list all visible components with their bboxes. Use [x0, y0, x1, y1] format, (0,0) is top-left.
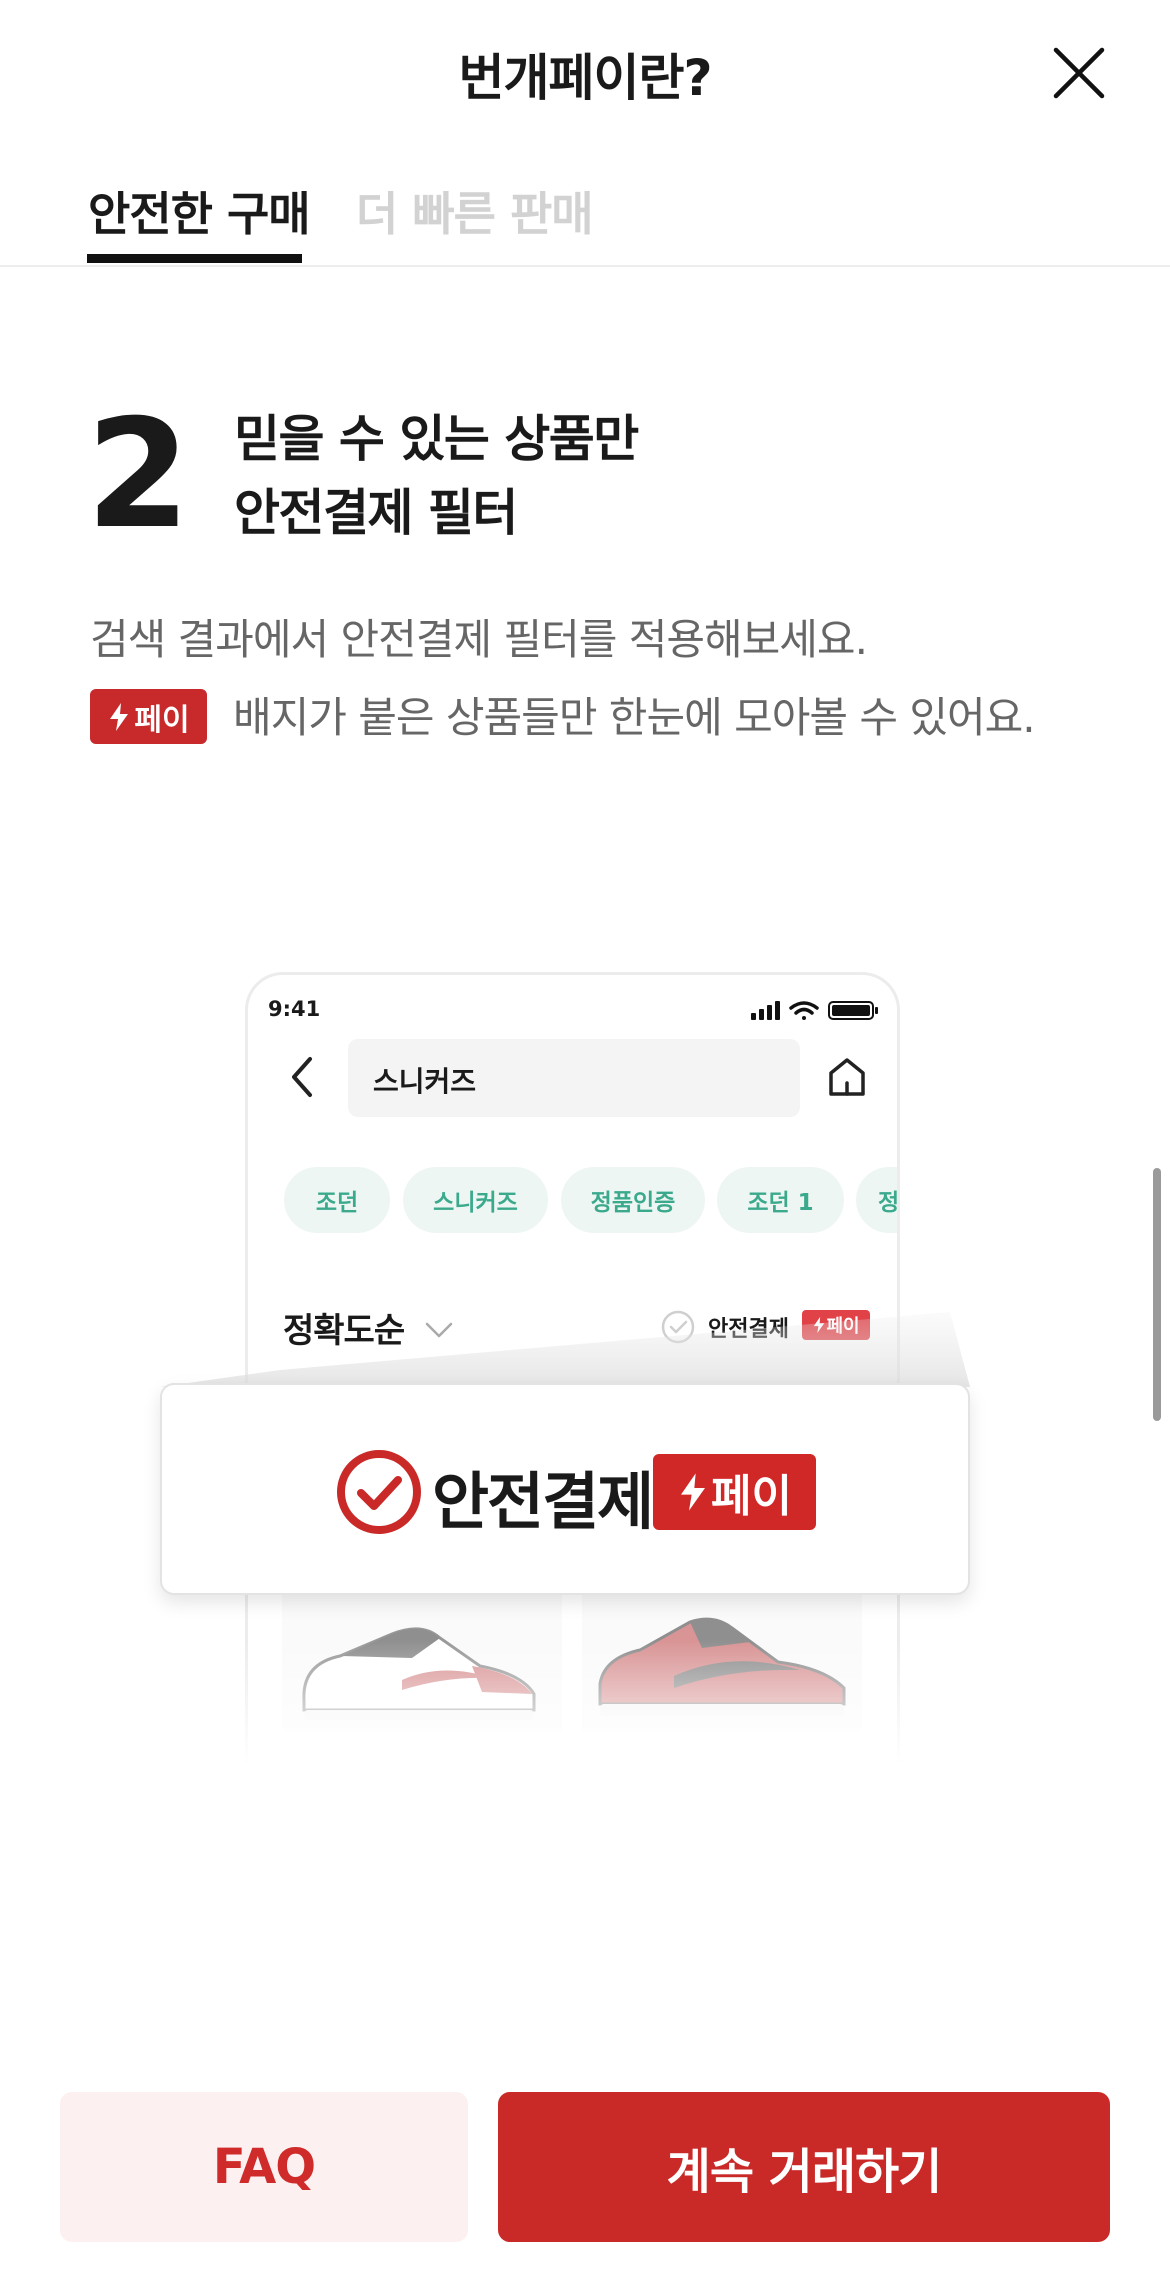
close-icon	[1053, 47, 1105, 99]
pay-badge: 페이	[90, 689, 207, 744]
back-arrow-icon[interactable]	[288, 1055, 318, 1099]
tab-safe-purchase[interactable]: 안전한 구매	[88, 178, 311, 244]
step-title: 믿을 수 있는 상품만 안전결제 필터	[234, 402, 639, 550]
chip-jordan[interactable]: 조던	[284, 1167, 390, 1233]
safe-payment-highlight-card: 안전결제 페이	[160, 1383, 970, 1595]
step-title-line1: 믿을 수 있는 상품만	[234, 410, 639, 468]
battery-icon	[828, 1001, 878, 1020]
highlight-projection	[160, 1312, 970, 1387]
lightning-icon	[110, 702, 129, 731]
illustration-fade	[240, 1640, 910, 1765]
page-title: 번개페이란?	[458, 49, 712, 107]
chip-authenticated[interactable]: 정품인증	[561, 1167, 705, 1233]
step-number: 2	[86, 388, 191, 562]
chip-sneakers[interactable]: 스니커즈	[403, 1167, 548, 1233]
large-pay-badge: 페이	[653, 1454, 816, 1530]
search-query: 스니커즈	[373, 1065, 477, 1098]
description-line2: 배지가 붙은 상품들만 한눈에 모아볼 수 있어요.	[233, 693, 1036, 742]
description-line1: 검색 결과에서 안전결제 필터를 적용해보세요.	[90, 615, 868, 664]
tab-bar: 안전한 구매 더 빠른 판매	[0, 150, 1170, 267]
tab-faster-sale[interactable]: 더 빠른 판매	[356, 178, 594, 244]
status-icons	[751, 1001, 878, 1020]
status-time: 9:41	[268, 997, 321, 1021]
wifi-icon	[789, 1001, 819, 1020]
search-input[interactable]: 스니커즈	[348, 1039, 800, 1117]
tab-active-indicator	[87, 254, 302, 263]
step-title-line2: 안전결제 필터	[234, 484, 518, 542]
pay-badge-label: 페이	[134, 702, 190, 738]
large-pay-badge-label: 페이	[711, 1471, 792, 1522]
continue-trade-button[interactable]: 계속 거래하기	[498, 2092, 1110, 2242]
chip-jordan-1[interactable]: 조던 1	[717, 1167, 844, 1233]
chip-partial[interactable]: 정	[856, 1167, 897, 1233]
safe-payment-label: 안전결제	[432, 1465, 654, 1538]
header: 번개페이란?	[0, 0, 1170, 150]
close-button[interactable]	[1040, 40, 1120, 110]
faq-button[interactable]: FAQ	[60, 2092, 468, 2242]
lightning-icon	[681, 1473, 706, 1511]
signal-icon	[751, 1001, 780, 1020]
home-icon[interactable]	[826, 1055, 868, 1099]
scrollbar[interactable]	[1153, 1168, 1161, 1421]
check-circle-icon	[337, 1450, 421, 1534]
